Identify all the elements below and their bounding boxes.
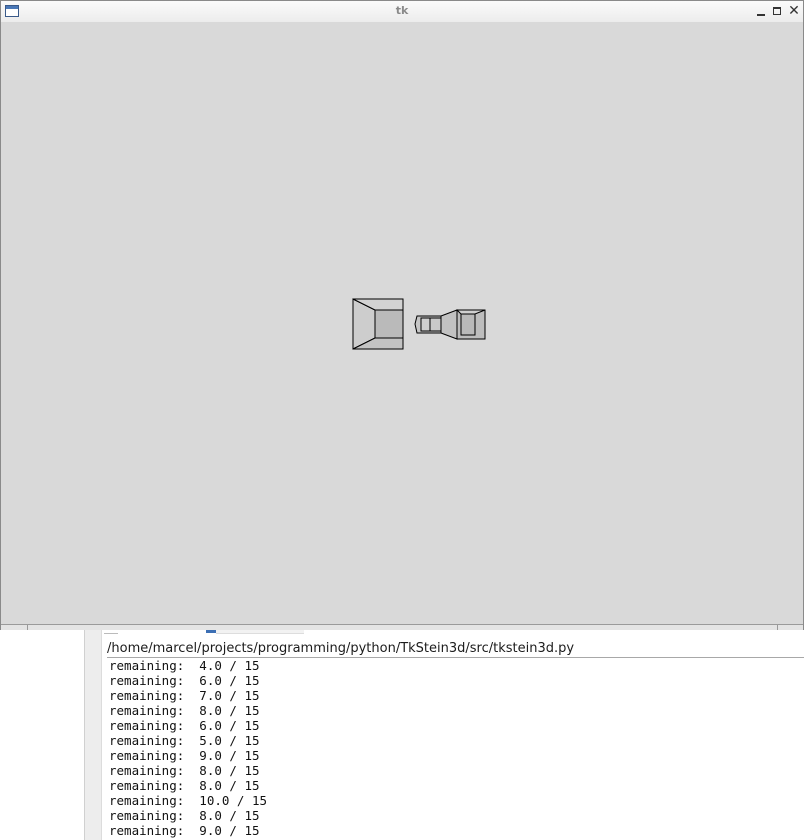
console-line: remaining: 8.0 / 15: [109, 763, 260, 778]
minimize-button[interactable]: [754, 4, 768, 18]
console-line: remaining: 6.0 / 15: [109, 673, 260, 688]
console-line: remaining: 4.0 / 15: [109, 658, 260, 673]
block-far: [414, 309, 486, 340]
block-near: [352, 298, 404, 350]
console-line: remaining: 9.0 / 15: [109, 748, 260, 763]
maximize-icon: [773, 7, 781, 15]
console-line: remaining: 5.0 / 15: [109, 733, 260, 748]
run-console[interactable]: /home/marcel/projects/programming/python…: [102, 636, 804, 840]
console-output: remaining: 4.0 / 15 remaining: 6.0 / 15 …: [109, 658, 799, 838]
console-script-path: /home/marcel/projects/programming/python…: [107, 640, 804, 658]
block-far-left-inner: [420, 317, 431, 332]
close-button[interactable]: ✕: [787, 4, 801, 18]
console-line: remaining: 8.0 / 15: [109, 778, 260, 793]
window-title: tk: [395, 4, 409, 17]
console-line: remaining: 9.0 / 15: [109, 823, 260, 838]
console-line: remaining: 7.0 / 15: [109, 688, 260, 703]
maximize-button[interactable]: [770, 4, 784, 18]
render-canvas[interactable]: [1, 22, 803, 624]
tk-window: tk ✕: [0, 0, 804, 630]
block-far-mid: [440, 309, 458, 340]
minimize-icon: [757, 14, 765, 16]
title-bar[interactable]: tk ✕: [1, 1, 803, 23]
console-line: remaining: 8.0 / 15: [109, 808, 260, 823]
console-line: remaining: 8.0 / 15: [109, 703, 260, 718]
block-far-right-inner: [460, 313, 476, 336]
close-icon: ✕: [788, 3, 800, 19]
pane-divider[interactable]: [84, 630, 102, 840]
block-near-inner: [374, 309, 404, 339]
console-line: remaining: 6.0 / 15: [109, 718, 260, 733]
block-far-left-inner2: [429, 317, 442, 332]
console-line: remaining: 10.0 / 15: [109, 793, 268, 808]
scene-svg: [352, 298, 486, 350]
editor-left-pane: [0, 630, 84, 840]
